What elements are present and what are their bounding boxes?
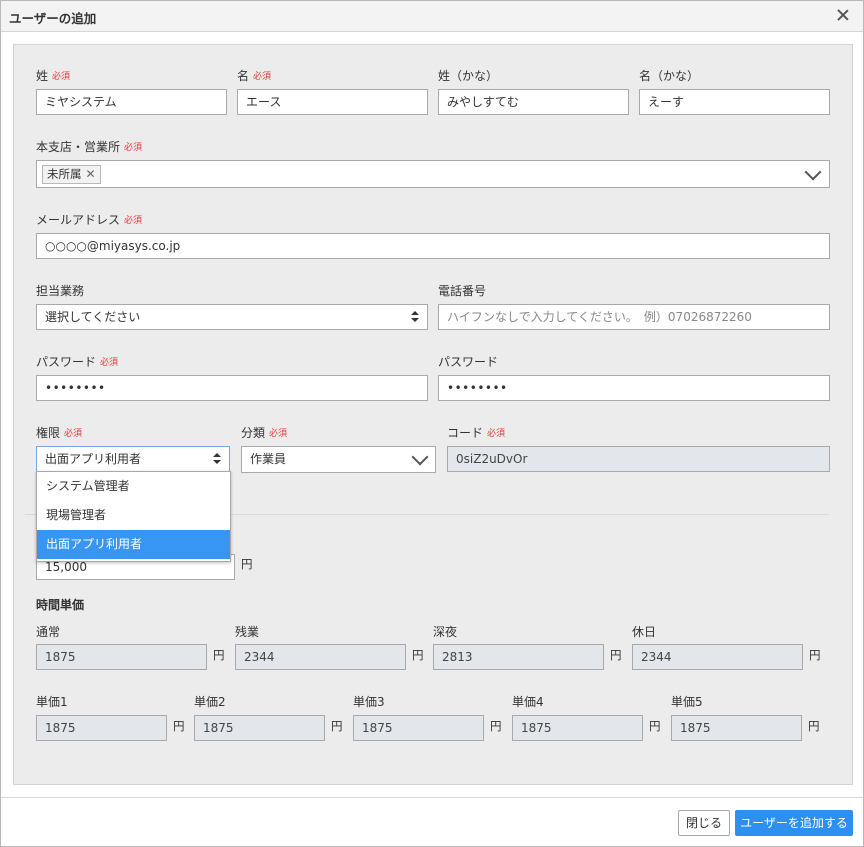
phone-label: 電話番号 (438, 284, 487, 298)
unit-price-2-input: 1875 (194, 715, 325, 741)
password-confirm-input[interactable]: •••••••• (438, 375, 830, 401)
footer-divider (1, 797, 863, 798)
rate-overtime-label: 残業 (235, 625, 260, 639)
yen-unit: 円 (808, 719, 820, 733)
role-option-site-manager[interactable]: 現場管理者 (37, 501, 230, 530)
rate-overtime-input: 2344 (235, 644, 406, 670)
select-arrows-icon (411, 311, 419, 323)
add-user-button[interactable]: ユーザーを追加する (735, 810, 853, 836)
unit-price-5-label: 単価5 (671, 695, 703, 709)
yen-unit: 円 (610, 648, 622, 662)
required-badge: 必須 (52, 72, 71, 82)
dialog-header: ユーザーの追加 (1, 1, 863, 32)
duty-label: 担当業務 (36, 284, 85, 298)
unit-price-4-label: 単価4 (512, 695, 544, 709)
hourly-rate-title: 時間単価 (36, 598, 85, 612)
role-option-app-user[interactable]: 出面アプリ利用者 (37, 530, 230, 559)
email-label: メールアドレス 必須 (36, 213, 143, 227)
first-name-kana-label: 名（かな） (639, 69, 700, 83)
rate-normal-input: 1875 (36, 644, 207, 670)
password-label: パスワード 必須 (36, 355, 119, 369)
yen-unit: 円 (490, 719, 502, 733)
duty-select[interactable]: 選択してください (36, 304, 428, 330)
yen-unit: 円 (241, 557, 253, 571)
role-dropdown-menu: システム管理者 現場管理者 出面アプリ利用者 (36, 471, 231, 562)
required-badge: 必須 (124, 216, 143, 226)
required-badge: 必須 (253, 72, 272, 82)
unit-price-4-input: 1875 (512, 715, 643, 741)
yen-unit: 円 (809, 648, 821, 662)
category-label: 分類 必須 (241, 426, 288, 440)
code-input: 0siZ2uDvOr (447, 446, 830, 472)
yen-unit: 円 (649, 719, 661, 733)
password-confirm-label: パスワード (438, 355, 499, 369)
close-icon[interactable] (835, 7, 851, 23)
rate-holiday-input: 2344 (632, 644, 803, 670)
chevron-down-icon[interactable] (804, 163, 822, 181)
unit-price-5-input: 1875 (671, 715, 802, 741)
required-badge: 必須 (124, 143, 143, 153)
unit-price-1-input: 1875 (36, 715, 167, 741)
code-label: コード 必須 (447, 426, 506, 440)
role-option-system-admin[interactable]: システム管理者 (37, 472, 230, 501)
email-input[interactable]: ○○○○@miyasys.co.jp (36, 233, 830, 259)
required-badge: 必須 (487, 429, 506, 439)
yen-unit: 円 (173, 719, 185, 733)
required-badge: 必須 (64, 429, 83, 439)
password-input[interactable]: •••••••• (36, 375, 428, 401)
form-panel (13, 44, 853, 785)
unit-price-2-label: 単価2 (194, 695, 226, 709)
last-name-kana-label: 姓（かな） (438, 69, 499, 83)
chevron-down-icon[interactable] (411, 448, 429, 466)
dialog-title: ユーザーの追加 (9, 11, 97, 26)
yen-unit: 円 (331, 719, 343, 733)
rate-holiday-label: 休日 (632, 625, 657, 639)
remove-tag-icon[interactable]: ✕ (86, 166, 96, 183)
yen-unit: 円 (213, 648, 225, 662)
required-badge: 必須 (100, 358, 119, 368)
branch-tag: 未所属 ✕ (42, 165, 101, 184)
required-badge: 必須 (269, 429, 288, 439)
first-name-label: 名必須 (237, 69, 272, 83)
first-name-kana-input[interactable]: えーす (639, 89, 830, 115)
branch-multiselect[interactable]: 未所属 ✕ (36, 160, 830, 188)
close-button[interactable]: 閉じる (678, 810, 730, 836)
branch-label: 本支店・営業所 必須 (36, 140, 143, 154)
rate-normal-label: 通常 (36, 625, 61, 639)
phone-input[interactable]: ハイフンなしで入力してください。 例）07026872260 (438, 304, 830, 330)
unit-price-1-label: 単価1 (36, 695, 68, 709)
unit-price-3-input: 1875 (353, 715, 484, 741)
select-arrows-icon (213, 453, 221, 465)
category-select[interactable]: 作業員 (241, 446, 436, 473)
last-name-label: 姓必須 (36, 69, 71, 83)
add-user-dialog: ユーザーの追加 姓必須 ミヤシステム 名必須 エース 姓（かな） みやしすてむ … (0, 0, 864, 847)
yen-unit: 円 (412, 648, 424, 662)
role-label: 権限 必須 (36, 426, 83, 440)
last-name-input[interactable]: ミヤシステム (36, 89, 227, 115)
rate-night-input: 2813 (433, 644, 604, 670)
last-name-kana-input[interactable]: みやしすてむ (438, 89, 629, 115)
first-name-input[interactable]: エース (237, 89, 428, 115)
rate-night-label: 深夜 (433, 625, 458, 639)
role-select[interactable]: 出面アプリ利用者 (36, 446, 230, 472)
unit-price-3-label: 単価3 (353, 695, 385, 709)
